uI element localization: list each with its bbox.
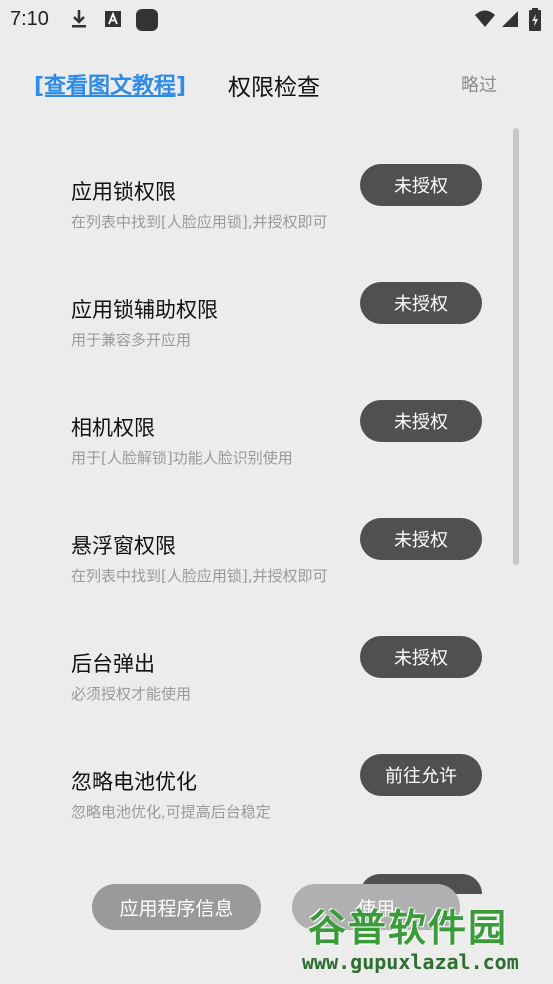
wifi-icon <box>474 8 496 34</box>
page-title: 权限检查 <box>228 75 320 101</box>
cell-signal-icon <box>501 8 519 34</box>
download-icon <box>70 8 88 34</box>
permission-title: 应用锁辅助权限 <box>71 298 218 322</box>
app-notification-icon <box>135 8 159 36</box>
status-bar: 7:10 <box>0 0 553 40</box>
go-allow-button[interactable]: 前往允许 <box>360 754 482 796</box>
permission-item-app-lock: 应用锁权限 在列表中找到[人脸应用锁],并授权即可 未授权 <box>0 164 553 266</box>
permission-item-camera: 相机权限 用于[人脸解锁]功能人脸识别使用 未授权 <box>0 400 553 502</box>
permission-description: 用于兼容多开应用 <box>71 331 192 349</box>
permission-item-overlay: 悬浮窗权限 在列表中找到[人脸应用锁],并授权即可 未授权 <box>0 518 553 620</box>
permission-item-background-popup: 后台弹出 必须授权才能使用 未授权 <box>0 636 553 738</box>
text-icon <box>104 8 122 34</box>
watermark-name: 谷普软件园 <box>308 906 509 950</box>
permission-description: 忽略电池优化,可提高后台稳定 <box>71 803 271 821</box>
permission-description: 必须授权才能使用 <box>71 685 192 703</box>
authorize-button[interactable]: 未授权 <box>360 400 482 442</box>
watermark: 谷普软件园 www.gupuxlazal.com <box>296 893 553 984</box>
tutorial-link[interactable]: [查看图文教程] <box>34 68 186 100</box>
permission-title: 后台弹出 <box>71 652 155 676</box>
permission-item-app-lock-accessibility: 应用锁辅助权限 用于兼容多开应用 未授权 <box>0 282 553 384</box>
authorize-button[interactable]: 未授权 <box>360 636 482 678</box>
status-time: 7:10 <box>10 8 49 30</box>
skip-button[interactable]: 略过 <box>461 71 497 97</box>
permission-description: 用于[人脸解锁]功能人脸识别使用 <box>71 449 293 467</box>
authorize-button[interactable]: 未授权 <box>360 164 482 206</box>
authorize-button[interactable]: 未授权 <box>360 282 482 324</box>
permission-description: 在列表中找到[人脸应用锁],并授权即可 <box>71 567 328 585</box>
permission-title: 忽略电池优化 <box>71 770 197 794</box>
permission-title: 应用锁权限 <box>71 180 176 204</box>
watermark-url: www.gupuxlazal.com <box>302 950 519 974</box>
battery-icon <box>528 8 542 36</box>
permission-description: 在列表中找到[人脸应用锁],并授权即可 <box>71 213 328 231</box>
authorize-button[interactable]: 未授权 <box>360 518 482 560</box>
permission-title: 悬浮窗权限 <box>71 534 176 558</box>
header: [查看图文教程] 权限检查 略过 <box>0 60 553 110</box>
permission-item-battery-optimization: 忽略电池优化 忽略电池优化,可提高后台稳定 前往允许 <box>0 754 553 856</box>
app-info-button[interactable]: 应用程序信息 <box>92 884 261 930</box>
permission-title: 相机权限 <box>71 416 155 440</box>
